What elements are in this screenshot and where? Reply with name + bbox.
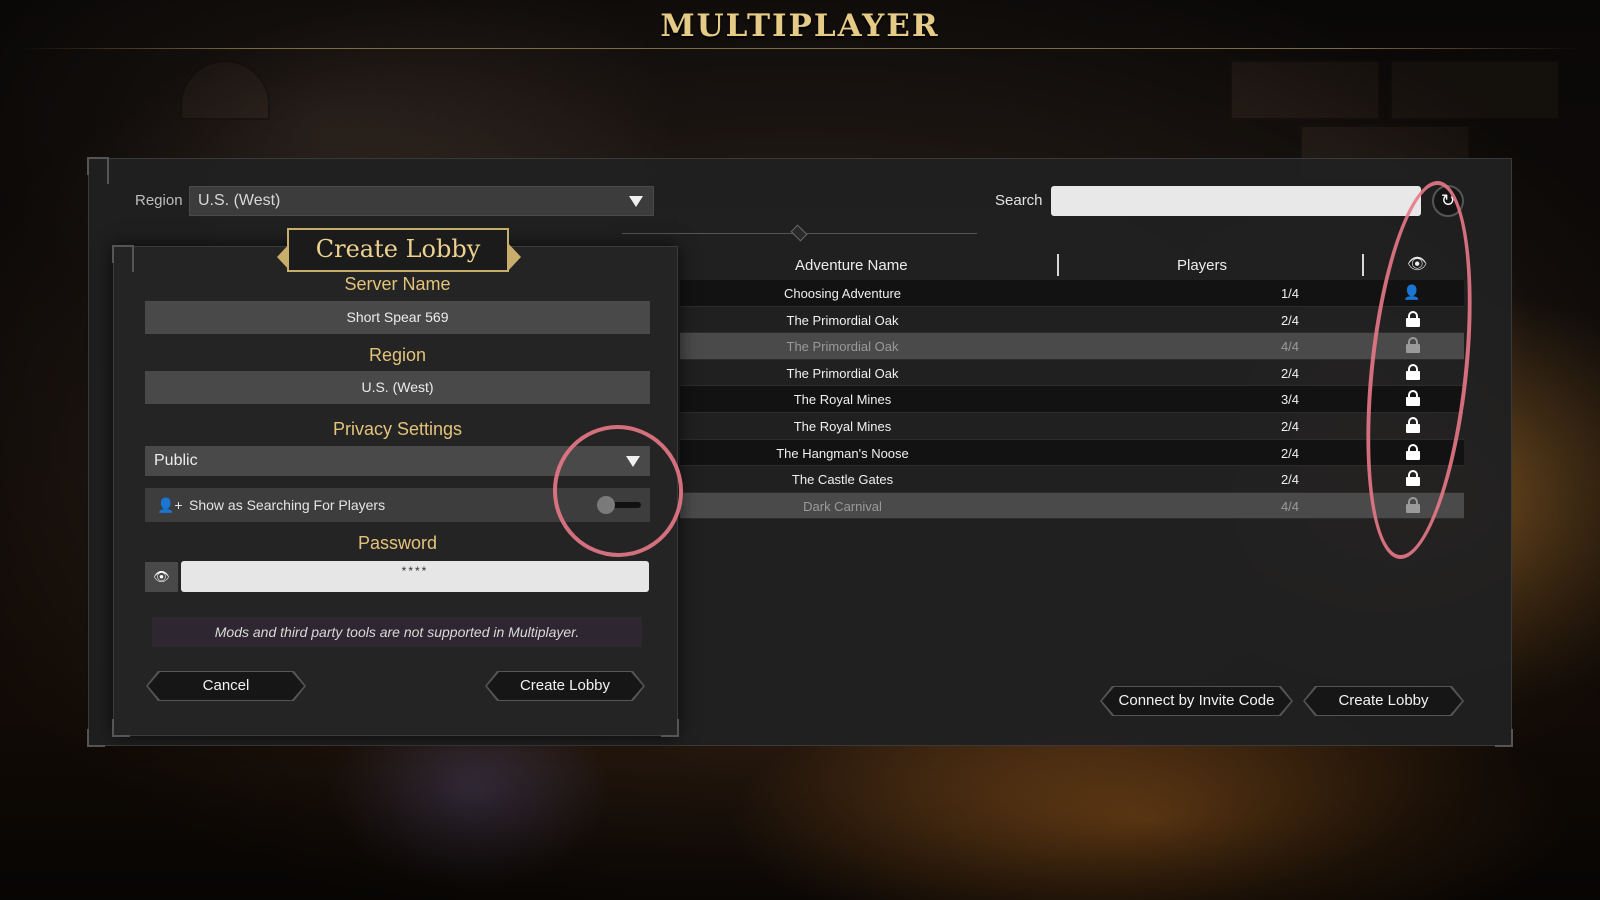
lobby-region-label: Region xyxy=(368,345,427,365)
adventure-name-cell: Dark Carnival xyxy=(803,498,882,514)
lobby-table: Adventure Name Players 👁 Choosing Advent… xyxy=(680,250,1464,520)
adventure-name-cell: The Hangman's Noose xyxy=(776,445,909,461)
banner-ribbon-right xyxy=(507,242,521,272)
eye-icon: 👁 xyxy=(153,569,170,584)
table-row[interactable]: The Primordial Oak 2/4 xyxy=(680,360,1464,387)
server-name-label: Server Name xyxy=(344,274,451,294)
server-name-field[interactable]: Short Spear 569 xyxy=(145,301,650,334)
table-body: Choosing Adventure 1/4 👤 The Primordial Oak… xyxy=(680,280,1464,520)
title-underline xyxy=(20,48,1580,49)
add-user-icon: 👤+ xyxy=(157,497,183,513)
table-row[interactable]: The Hangman's Noose 2/4 xyxy=(680,439,1464,467)
panel-corner xyxy=(112,719,130,737)
adventure-name-cell: The Royal Mines xyxy=(793,392,892,408)
table-row[interactable]: The Royal Mines 3/4 xyxy=(680,386,1464,413)
adventure-name-cell: The Primordial Oak xyxy=(786,312,899,328)
privacy-settings-label: Privacy Settings xyxy=(332,419,463,439)
create-lobby-button[interactable]: Create Lobby xyxy=(1305,687,1462,715)
panel-corner xyxy=(87,729,105,747)
table-row[interactable]: The Primordial Oak 2/4 xyxy=(680,307,1464,334)
column-header-adventure[interactable]: Adventure Name xyxy=(795,257,908,274)
multiplayer-warning: Mods and third party tools are not suppo… xyxy=(152,617,642,647)
search-input[interactable] xyxy=(1051,186,1421,216)
panel-corner xyxy=(91,157,109,184)
adventure-name-cell: The Royal Mines xyxy=(793,418,892,434)
region-filter-value: U.S. (West) xyxy=(198,192,281,209)
connect-invite-code-button[interactable]: Connect by Invite Code xyxy=(1102,687,1291,715)
adventure-name-cell: The Primordial Oak xyxy=(786,339,899,355)
show-password-button[interactable]: 👁 xyxy=(145,562,178,592)
table-row[interactable]: Choosing Adventure 1/4 👤 xyxy=(680,280,1464,307)
lobby-region-field[interactable]: U.S. (West) xyxy=(145,371,650,404)
region-filter-label: Region xyxy=(135,192,183,209)
table-row[interactable]: The Royal Mines 2/4 xyxy=(680,413,1464,440)
chevron-down-icon xyxy=(629,196,643,207)
table-row[interactable]: The Castle Gates 2/4 xyxy=(680,466,1464,493)
cancel-button[interactable]: Cancel xyxy=(148,672,304,700)
column-divider xyxy=(1057,254,1059,276)
panel-corner xyxy=(661,719,679,737)
column-header-players[interactable]: Players xyxy=(1177,257,1227,274)
password-input[interactable]: **** xyxy=(181,561,649,592)
create-lobby-submit-button[interactable]: Create Lobby xyxy=(487,672,643,700)
panel-corner xyxy=(116,245,134,272)
table-row[interactable]: Dark Carnival 4/4 xyxy=(680,492,1464,520)
adventure-name-cell: Choosing Adventure xyxy=(783,286,902,301)
privacy-value: Public xyxy=(154,452,198,469)
page-title: MULTIPLAYER xyxy=(660,8,940,44)
table-header: Adventure Name Players 👁 xyxy=(680,250,1464,280)
column-divider xyxy=(1362,254,1364,276)
adventure-name-cell: The Castle Gates xyxy=(791,472,894,488)
create-lobby-title: Create Lobby xyxy=(287,228,509,272)
searching-for-players-label: Show as Searching For Players xyxy=(189,497,386,513)
table-row[interactable]: The Primordial Oak 4/4 xyxy=(680,333,1464,360)
adventure-name-cell: The Primordial Oak xyxy=(786,365,899,381)
region-filter-select[interactable]: U.S. (West) xyxy=(189,186,654,216)
search-label: Search xyxy=(995,192,1043,209)
panel-corner xyxy=(1495,729,1513,747)
